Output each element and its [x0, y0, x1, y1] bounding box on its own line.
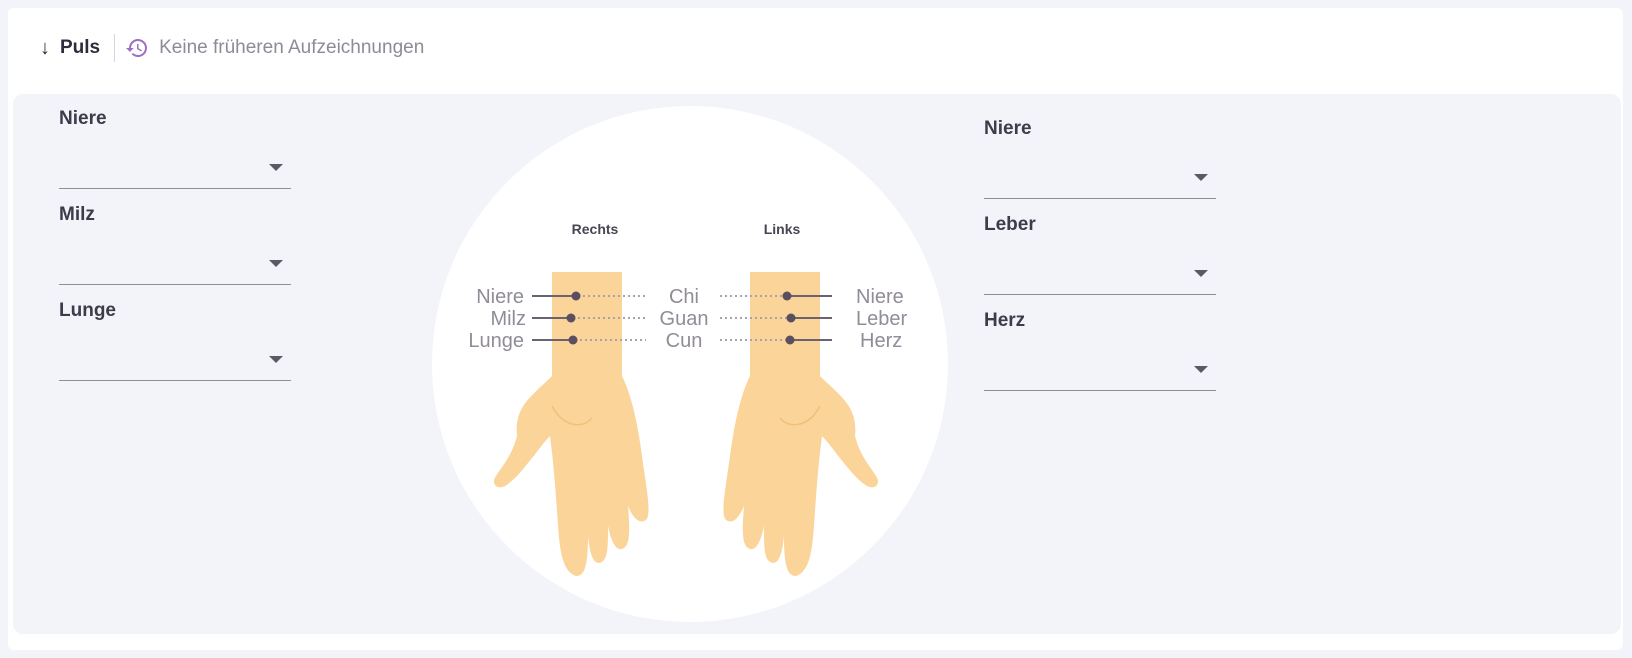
chevron-down-icon	[1194, 366, 1208, 373]
toolbar-divider	[114, 34, 116, 62]
history-text: Keine früheren Aufzeichnungen	[159, 37, 425, 58]
field-label: Milz	[59, 204, 95, 225]
field-label: Niere	[59, 108, 107, 129]
chevron-down-icon	[269, 164, 283, 171]
select-right-leber[interactable]	[984, 250, 1216, 295]
field-label: Leber	[984, 214, 1036, 235]
position-label-cun: Cun	[666, 330, 703, 352]
history-info: Keine früheren Aufzeichnungen	[125, 36, 424, 60]
pulse-section-toggle[interactable]: ↓ Puls	[40, 37, 100, 60]
select-left-milz[interactable]	[59, 240, 291, 285]
left-label-herz: Herz	[860, 330, 902, 352]
chevron-down-icon	[1194, 174, 1208, 181]
position-label-guan: Guan	[660, 308, 709, 330]
history-icon	[125, 36, 149, 60]
pulse-section-title: Puls	[60, 37, 101, 58]
right-label-lunge: Lunge	[468, 330, 524, 352]
chevron-down-icon	[269, 260, 283, 267]
right-hand-title: Rechts	[572, 221, 619, 237]
chevron-down-icon	[269, 356, 283, 363]
field-right-niere: Niere	[984, 118, 1216, 199]
select-right-niere[interactable]	[984, 154, 1216, 199]
position-label-chi: Chi	[669, 286, 699, 308]
toolbar: ↓ Puls Keine früheren Aufzeichnungen	[40, 30, 424, 66]
field-label: Niere	[984, 118, 1032, 139]
field-label: Herz	[984, 310, 1026, 331]
select-right-herz[interactable]	[984, 346, 1216, 391]
left-label-leber: Leber	[856, 308, 907, 330]
field-right-herz: Herz	[984, 310, 1216, 391]
right-label-milz: Milz	[490, 308, 526, 330]
field-left-milz: Milz	[59, 204, 291, 285]
right-label-niere: Niere	[476, 286, 524, 308]
field-left-niere: Niere	[59, 108, 291, 189]
chevron-down-icon	[1194, 270, 1208, 277]
field-label: Lunge	[59, 300, 116, 321]
pulse-diagram: Rechts Links Niere Milz Lunge Chi Guan C…	[432, 106, 948, 622]
select-left-niere[interactable]	[59, 144, 291, 189]
left-label-niere: Niere	[856, 286, 904, 308]
left-hand-title: Links	[764, 221, 801, 237]
field-left-lunge: Lunge	[59, 300, 291, 381]
field-right-leber: Leber	[984, 214, 1216, 295]
pulse-diagram-illustration: Rechts Links Niere Milz Lunge Chi Guan C…	[468, 221, 907, 576]
arrow-down-icon: ↓	[40, 36, 50, 59]
select-left-lunge[interactable]	[59, 336, 291, 381]
